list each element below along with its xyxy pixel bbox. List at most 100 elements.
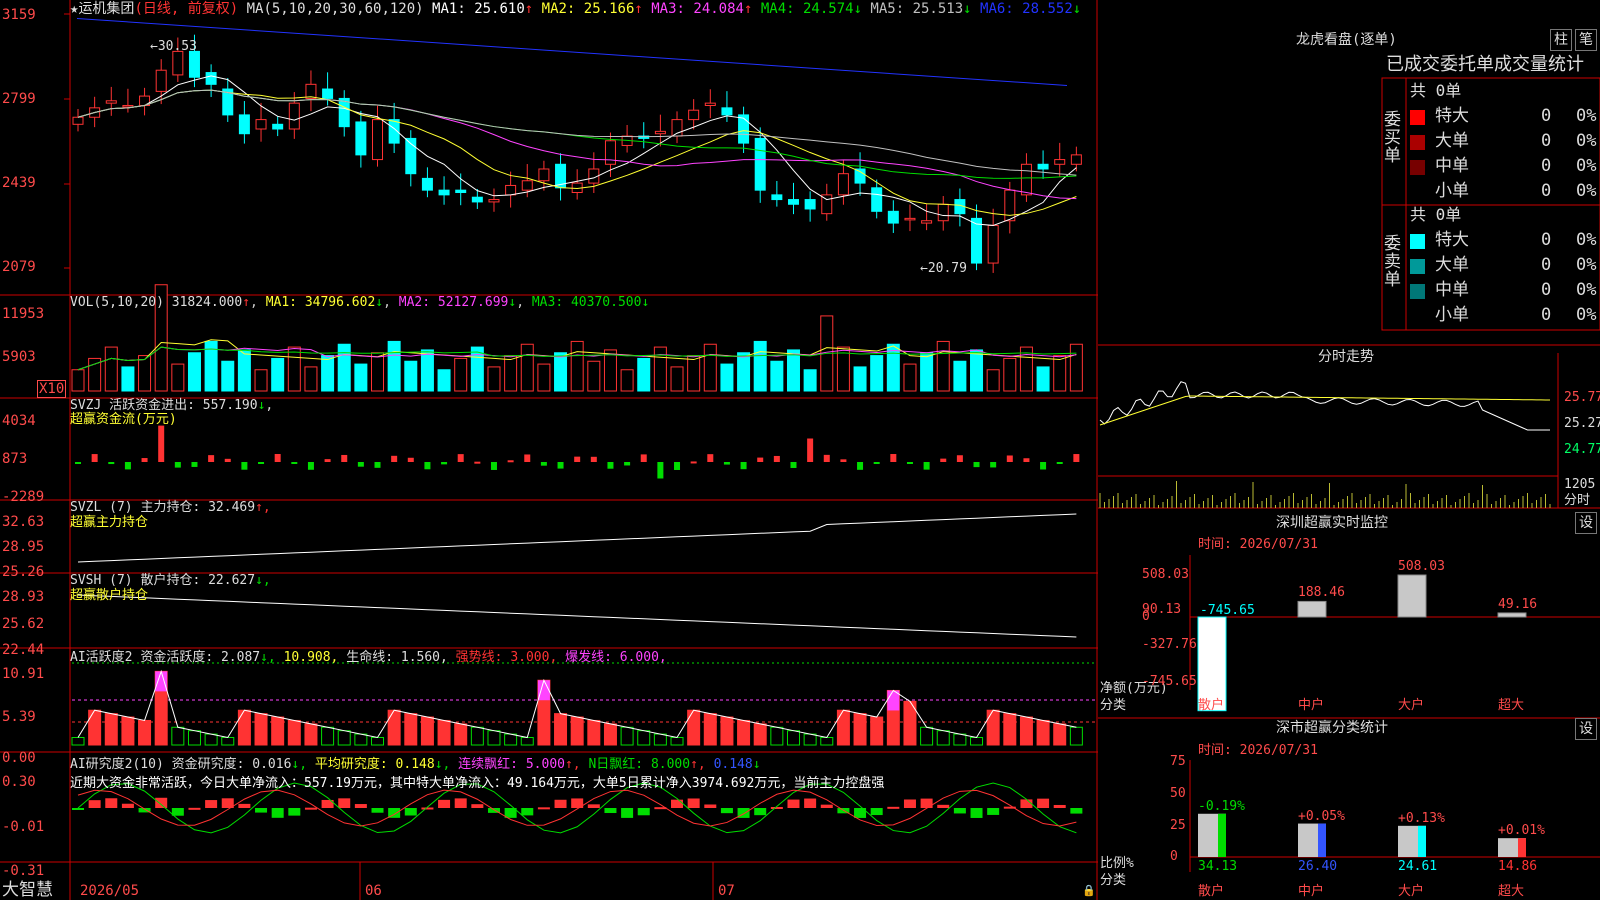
vol-ma3: MA3: 40370.500 xyxy=(531,295,642,310)
svzj-bar xyxy=(1056,462,1063,464)
svzj-bar xyxy=(923,462,930,470)
research-bar xyxy=(338,798,351,808)
svzj-bar xyxy=(341,454,348,462)
ai1-item: 爆发线: 6.000, xyxy=(557,650,667,665)
svzj-bar xyxy=(840,459,847,462)
activity-bar xyxy=(820,737,834,746)
ai2-arrow: ↓ xyxy=(752,757,761,772)
svzj-bar xyxy=(307,462,314,470)
classify-y-label: 0 xyxy=(1170,849,1178,864)
fenshi-price: 25.77 xyxy=(1564,390,1600,405)
classify-time: 时间: 2026/07/31 xyxy=(1198,743,1318,758)
research-bar xyxy=(953,808,966,814)
candle xyxy=(288,102,300,130)
activity-peak xyxy=(155,671,168,692)
svzj-bar xyxy=(773,455,780,462)
volume-bar xyxy=(637,357,651,392)
research-bar xyxy=(804,798,817,808)
bar-mode-button[interactable]: 柱 xyxy=(1550,29,1572,51)
svzj-bar xyxy=(457,454,464,462)
svzj-bar xyxy=(707,454,714,462)
volume-bar xyxy=(703,343,717,392)
classify-change-label: +0.05% xyxy=(1298,808,1345,824)
activity-bar xyxy=(770,726,784,746)
ma-arrow: ↓ xyxy=(963,1,972,17)
y-label: 28.95 xyxy=(2,539,45,555)
color-swatch xyxy=(1410,284,1425,299)
research-bar xyxy=(438,799,451,808)
y-label: 0.30 xyxy=(2,774,36,790)
monitor-category-label: 大户 xyxy=(1398,698,1425,713)
y-label: 22.44 xyxy=(2,642,45,658)
order-count: 0 xyxy=(1541,255,1552,275)
candle xyxy=(272,123,284,130)
volume-bar xyxy=(803,369,817,392)
research-line xyxy=(77,789,1077,827)
activity-bar xyxy=(71,737,85,746)
svzj-header: SVZJ 活跃资金进出: 557.190↓, xyxy=(70,398,274,413)
volume-bar xyxy=(304,366,318,392)
volume-bar xyxy=(620,369,634,392)
research-bar xyxy=(88,800,101,808)
activity-bar xyxy=(487,730,501,746)
svzj-bar xyxy=(624,462,631,466)
order-percent: 0% xyxy=(1576,106,1597,126)
activity-bar xyxy=(504,733,518,746)
monitor-y-label: -327.76 xyxy=(1142,637,1197,652)
research-bar xyxy=(404,808,417,816)
research-bar xyxy=(937,804,950,808)
candle xyxy=(704,102,716,106)
svzj-bar xyxy=(391,455,398,462)
monitor-settings-button[interactable]: 设 xyxy=(1575,512,1597,534)
candle xyxy=(787,199,799,205)
activity-bar xyxy=(753,723,767,746)
activity-bar xyxy=(470,726,484,746)
x-date-label: 07 xyxy=(718,883,735,899)
svzj-bar xyxy=(75,462,81,464)
classify-value-label: 24.61 xyxy=(1398,859,1438,874)
candle xyxy=(804,199,816,210)
activity-bar xyxy=(870,716,884,746)
ai1-header: AI活跃度2 资金活跃度: 2.087↓, 10.908, 生命线: 1.560… xyxy=(70,650,667,665)
research-bar xyxy=(1037,798,1050,808)
volume-bar xyxy=(221,360,235,392)
period-mode[interactable]: (日线, 前复权) xyxy=(134,1,238,17)
activity-peak xyxy=(537,680,550,701)
svzj-bar xyxy=(124,462,131,470)
classify-settings-button[interactable]: 设 xyxy=(1575,718,1597,740)
svzj-bar xyxy=(1040,462,1047,470)
research-bar xyxy=(288,808,301,816)
ai2-item: N日飘红: 8.000 xyxy=(580,757,691,772)
lock-icon[interactable]: 🔒 xyxy=(1082,885,1096,896)
classify-bar-accent xyxy=(1418,825,1426,857)
y-label: 3159 xyxy=(2,7,36,23)
sell-order-label: 委卖单 xyxy=(1384,234,1401,290)
volume-bar xyxy=(104,346,118,392)
research-bar xyxy=(587,804,600,808)
candle xyxy=(754,137,766,191)
volume-bar xyxy=(487,366,501,392)
candle xyxy=(105,100,117,104)
volume-bar xyxy=(986,369,1000,392)
kline-chart-area[interactable]: ★运机集团(日线, 前复权) MA(5,10,20,30,60,120) MA1… xyxy=(0,0,1098,900)
research-bar xyxy=(1020,799,1033,808)
volume-bar xyxy=(587,360,601,392)
svzj-bar xyxy=(890,454,897,462)
svzj-bar xyxy=(241,462,248,470)
tick-mode-button[interactable]: 笔 xyxy=(1575,29,1597,51)
candle xyxy=(1054,159,1066,165)
candle xyxy=(904,217,916,221)
svzj-bar xyxy=(757,457,764,462)
low-mark: ←20.79 xyxy=(920,261,967,276)
svzj-sub: 超赢资金流(万元) xyxy=(70,412,177,427)
ma-value: MA6: xyxy=(971,1,1023,17)
svzj-bar xyxy=(690,461,697,464)
svzj-bar xyxy=(291,462,298,464)
svzj-bar xyxy=(274,454,281,462)
volume-bar xyxy=(520,343,534,392)
classify-title: 深市超赢分类统计 xyxy=(1276,720,1388,736)
fenshi-price-line xyxy=(1099,381,1550,431)
vol-arrow: ↑ xyxy=(242,295,251,310)
research-bar xyxy=(188,807,201,810)
y-label: 0.00 xyxy=(2,750,36,766)
